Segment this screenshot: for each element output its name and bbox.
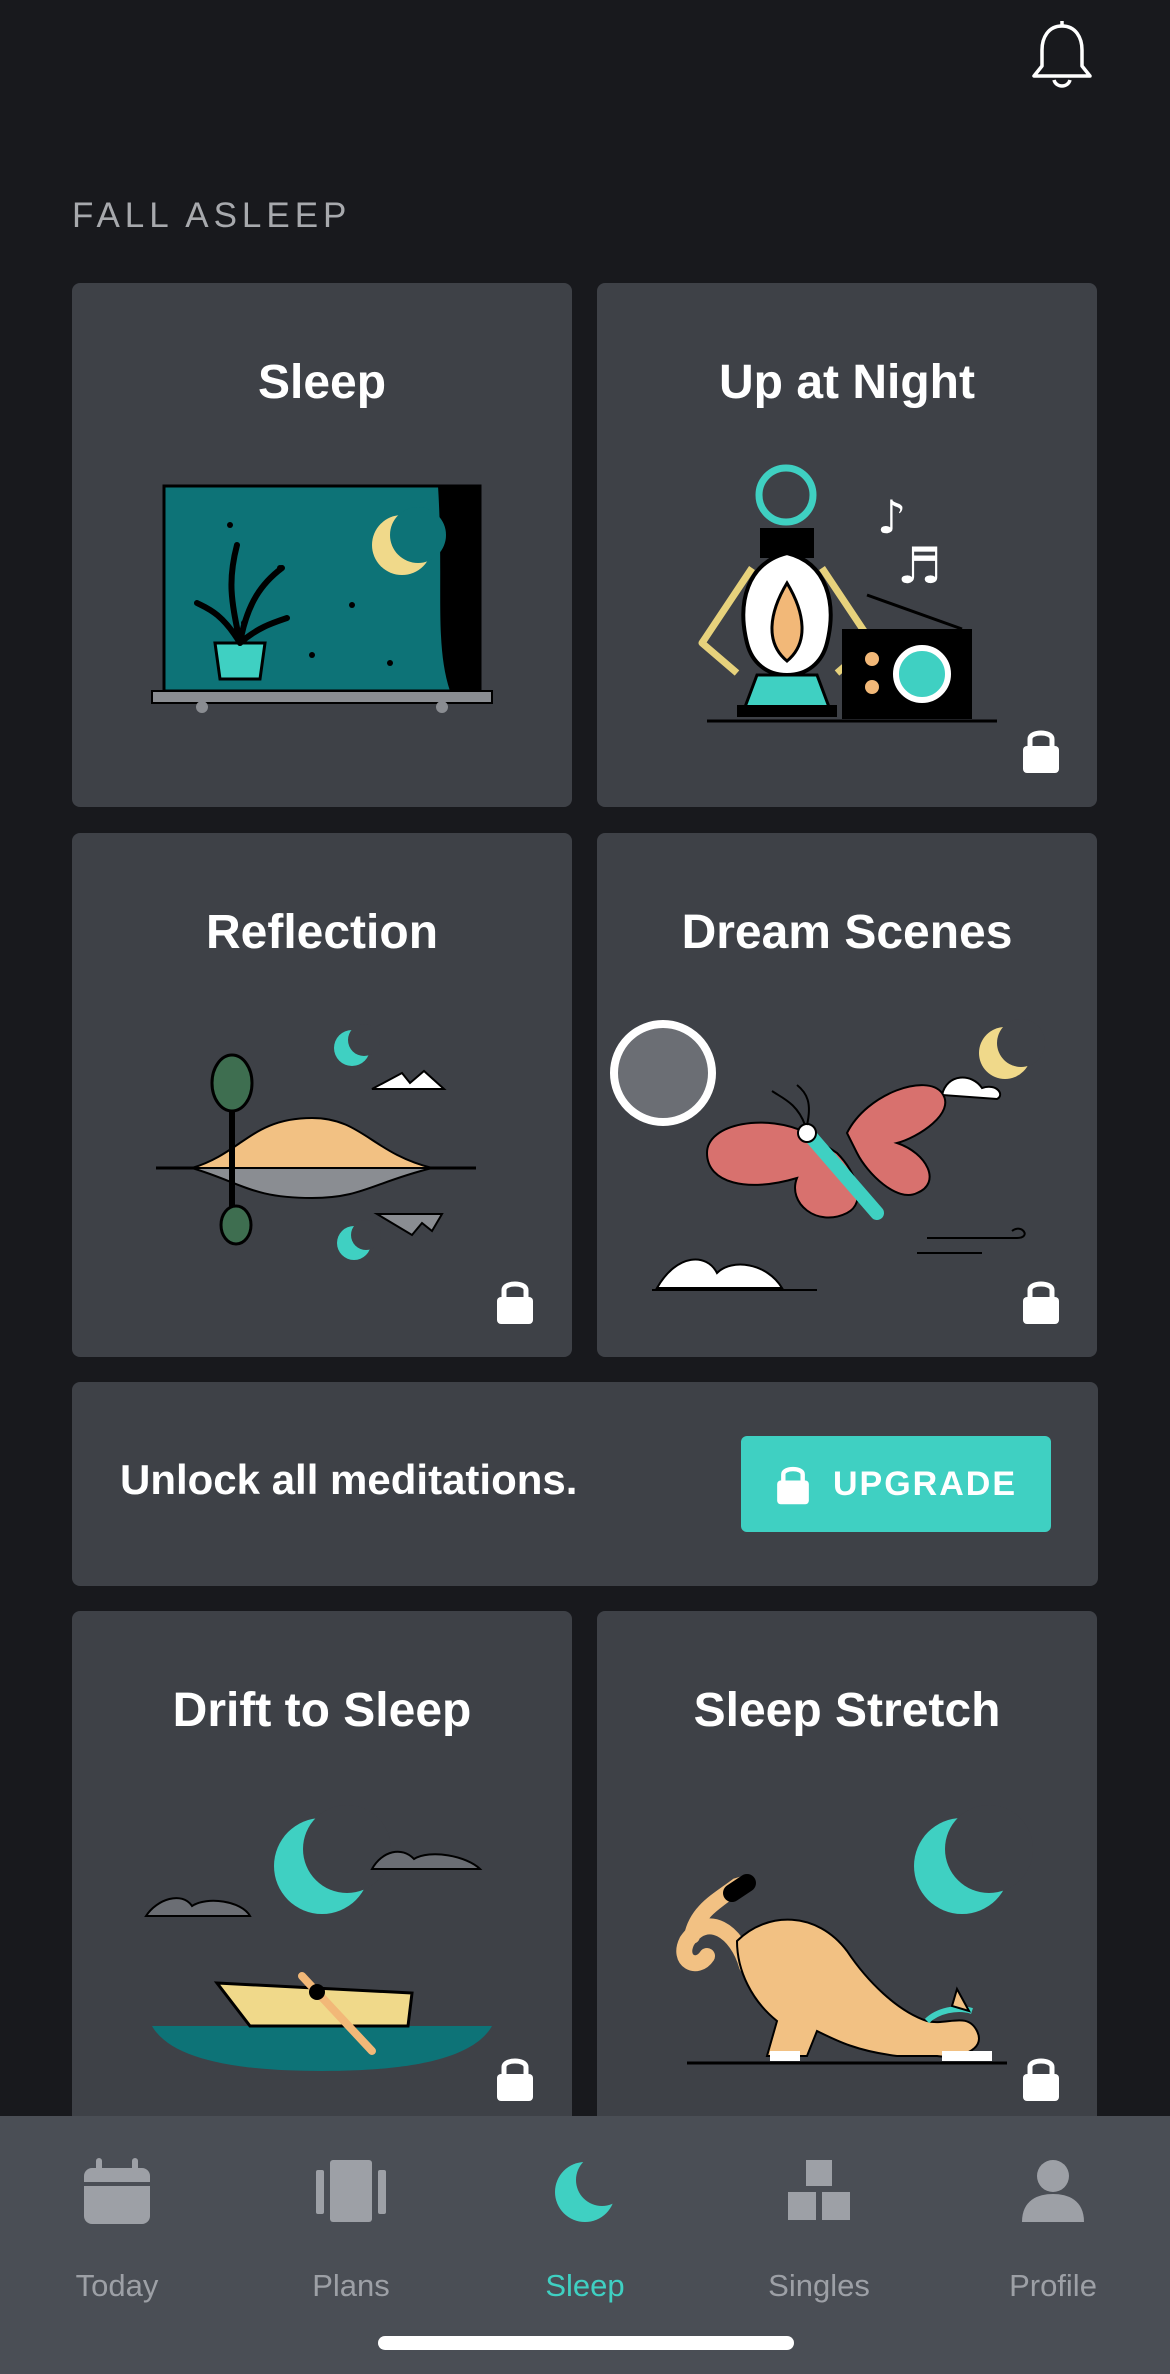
section-title: FALL ASLEEP bbox=[72, 196, 352, 235]
lock-icon bbox=[1023, 2058, 1059, 2101]
window-plant-illustration bbox=[151, 484, 493, 713]
plans-icon bbox=[316, 2160, 386, 2222]
tab-plans[interactable]: Plans bbox=[234, 2156, 468, 2303]
banner-text: Unlock all meditations. bbox=[120, 1456, 578, 1503]
blocks-icon bbox=[788, 2160, 850, 2220]
lock-icon bbox=[1023, 1281, 1059, 1324]
lock-icon bbox=[497, 1281, 533, 1324]
tab-today[interactable]: Today bbox=[0, 2156, 234, 2303]
card-sleep-stretch[interactable]: Sleep Stretch bbox=[597, 1611, 1097, 2135]
tab-label: Singles bbox=[768, 2268, 870, 2303]
calendar-icon bbox=[84, 2158, 150, 2224]
card-dream-scenes[interactable]: Dream Scenes bbox=[597, 833, 1097, 1357]
home-indicator bbox=[378, 2336, 794, 2350]
card-drift-to-sleep[interactable]: Drift to Sleep bbox=[72, 1611, 572, 2135]
card-sleep[interactable]: Sleep bbox=[72, 283, 572, 807]
lock-icon bbox=[497, 2058, 533, 2101]
svg-text:♬: ♬ bbox=[897, 537, 942, 595]
card-up-at-night[interactable]: Up at Night ♪ ♬ bbox=[597, 283, 1097, 807]
svg-text:♪: ♪ bbox=[877, 490, 906, 544]
lock-icon bbox=[1023, 730, 1059, 773]
card-reflection[interactable]: Reflection bbox=[72, 833, 572, 1357]
upgrade-button[interactable]: UPGRADE bbox=[741, 1436, 1051, 1532]
tab-label: Today bbox=[75, 2268, 159, 2303]
tab-profile[interactable]: Profile bbox=[936, 2156, 1170, 2303]
bell-icon[interactable] bbox=[1028, 20, 1096, 92]
moon-icon bbox=[555, 2156, 620, 2222]
person-icon bbox=[1022, 2160, 1084, 2222]
lock-icon bbox=[777, 1466, 809, 1505]
upgrade-button-label: UPGRADE bbox=[832, 1464, 1018, 1503]
upgrade-banner: Unlock all meditations. UPGRADE bbox=[72, 1382, 1098, 1586]
tab-label: Profile bbox=[1009, 2268, 1097, 2303]
tab-label: Sleep bbox=[545, 2268, 625, 2303]
tab-sleep[interactable]: Sleep bbox=[468, 2156, 702, 2303]
tab-label: Plans bbox=[312, 2268, 390, 2303]
tab-singles[interactable]: Singles bbox=[702, 2156, 936, 2303]
